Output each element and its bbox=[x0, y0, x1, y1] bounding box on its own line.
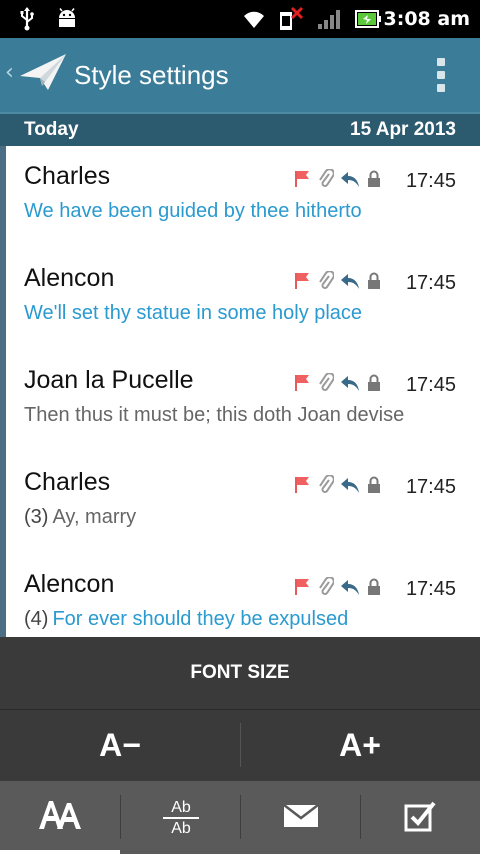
date-header: Today 15 Apr 2013 bbox=[0, 112, 480, 146]
message-status-icons bbox=[292, 372, 388, 394]
reply-icon bbox=[340, 270, 360, 292]
envelope-tab[interactable] bbox=[241, 781, 361, 854]
message-sender: Charles bbox=[24, 468, 111, 496]
text-style-tab[interactable]: Ab Ab bbox=[121, 781, 241, 854]
attachment-icon bbox=[316, 270, 336, 292]
bottom-toolbar: Ab Ab bbox=[0, 781, 480, 854]
attachment-icon bbox=[316, 372, 336, 394]
message-time: 17:45 bbox=[405, 170, 456, 192]
increase-font-button[interactable]: A+ bbox=[240, 710, 480, 781]
message-time: 17:45 bbox=[405, 476, 456, 498]
usb-icon bbox=[14, 0, 40, 38]
attachment-icon bbox=[316, 576, 336, 598]
message-subject: (4) For ever should they be expulsed bbox=[24, 608, 348, 631]
message-subject: We have been guided by thee hitherto bbox=[24, 200, 362, 223]
message-sender: Charles bbox=[24, 162, 111, 190]
status-time: 3:08 am bbox=[383, 8, 471, 30]
font-size-icon bbox=[37, 797, 83, 835]
list-item[interactable]: Alencon 17:45 We'll set thy statue in some… bbox=[6, 248, 480, 350]
reply-icon bbox=[340, 372, 360, 394]
message-status-icons bbox=[292, 270, 388, 292]
battery-icon bbox=[352, 0, 384, 38]
message-subject-text: Ay, marry bbox=[52, 506, 137, 528]
flag-icon bbox=[292, 168, 312, 190]
date-header-date: 15 Apr 2013 bbox=[350, 119, 456, 140]
lock-icon bbox=[364, 474, 384, 496]
flag-icon bbox=[292, 270, 312, 292]
flag-icon bbox=[292, 372, 312, 394]
action-bar: ‹ Style settings bbox=[0, 38, 480, 112]
text-style-icon: Ab Ab bbox=[163, 799, 199, 837]
lock-icon bbox=[364, 576, 384, 598]
reply-icon bbox=[340, 576, 360, 598]
message-subject-text: Then thus it must be; this doth Joan dev… bbox=[24, 404, 405, 426]
decrease-font-button[interactable]: A− bbox=[0, 710, 240, 781]
message-status-icons bbox=[292, 168, 388, 190]
reply-icon bbox=[340, 168, 360, 190]
envelope-icon bbox=[283, 803, 319, 833]
message-status-icons bbox=[292, 576, 388, 598]
message-sender: Alencon bbox=[24, 264, 115, 292]
message-subject-text: We'll set thy statue in some holy place bbox=[24, 302, 363, 324]
message-subject-text: For ever should they be expulsed bbox=[52, 608, 349, 630]
message-count: (3) bbox=[24, 506, 49, 528]
overflow-dot bbox=[437, 71, 445, 79]
android-debug-icon bbox=[54, 0, 80, 38]
no-sim-icon bbox=[276, 0, 306, 38]
overflow-dot bbox=[437, 58, 445, 66]
message-sender: Joan la Pucelle bbox=[24, 366, 194, 394]
attachment-icon bbox=[316, 474, 336, 496]
message-subject: We'll set thy statue in some holy place bbox=[24, 302, 362, 325]
list-item[interactable]: Charles 17:45 (3) Ay, marry bbox=[6, 452, 480, 554]
font-size-panel: FONT SIZE A− A+ bbox=[0, 637, 480, 781]
checkbox-icon bbox=[404, 800, 438, 836]
message-list[interactable]: Charles 17:45 We have been guided by thee … bbox=[0, 146, 480, 637]
wifi-icon bbox=[240, 0, 268, 38]
message-time: 17:45 bbox=[405, 578, 456, 600]
overflow-menu-icon[interactable] bbox=[430, 58, 452, 92]
flag-icon bbox=[292, 576, 312, 598]
lock-icon bbox=[364, 372, 384, 394]
message-count: (4) bbox=[24, 608, 49, 630]
list-item[interactable]: Charles 17:45 We have been guided by thee … bbox=[6, 146, 480, 248]
page-title: Style settings bbox=[74, 60, 229, 90]
text-style-rule bbox=[163, 816, 199, 819]
font-size-tab[interactable] bbox=[0, 781, 120, 854]
attachment-icon bbox=[316, 168, 336, 190]
font-size-title: FONT SIZE bbox=[190, 662, 290, 683]
overflow-dot bbox=[437, 84, 445, 92]
flag-icon bbox=[292, 474, 312, 496]
message-status-icons bbox=[292, 474, 388, 496]
paper-plane-logo-icon[interactable] bbox=[18, 50, 68, 94]
lock-icon bbox=[364, 168, 384, 190]
lock-icon bbox=[364, 270, 384, 292]
signal-icon bbox=[314, 0, 344, 38]
reply-icon bbox=[340, 474, 360, 496]
checkbox-tab[interactable] bbox=[361, 781, 480, 854]
text-style-top: Ab bbox=[171, 798, 191, 816]
message-time: 17:45 bbox=[405, 374, 456, 396]
back-chevron-icon[interactable]: ‹ bbox=[5, 60, 14, 85]
message-subject: (3) Ay, marry bbox=[24, 506, 136, 529]
message-sender: Alencon bbox=[24, 570, 115, 598]
list-item[interactable]: Joan la Pucelle 17:45 Then thus it must be… bbox=[6, 350, 480, 452]
date-header-label: Today bbox=[24, 119, 79, 140]
status-bar: 3:08 am bbox=[0, 0, 480, 38]
message-subject-text: We have been guided by thee hitherto bbox=[24, 200, 362, 222]
message-subject: Then thus it must be; this doth Joan dev… bbox=[24, 404, 404, 427]
text-style-bottom: Ab bbox=[171, 819, 191, 837]
list-item[interactable]: Alencon 17:45 (4) For ever should they be e… bbox=[6, 554, 480, 637]
message-time: 17:45 bbox=[405, 272, 456, 294]
